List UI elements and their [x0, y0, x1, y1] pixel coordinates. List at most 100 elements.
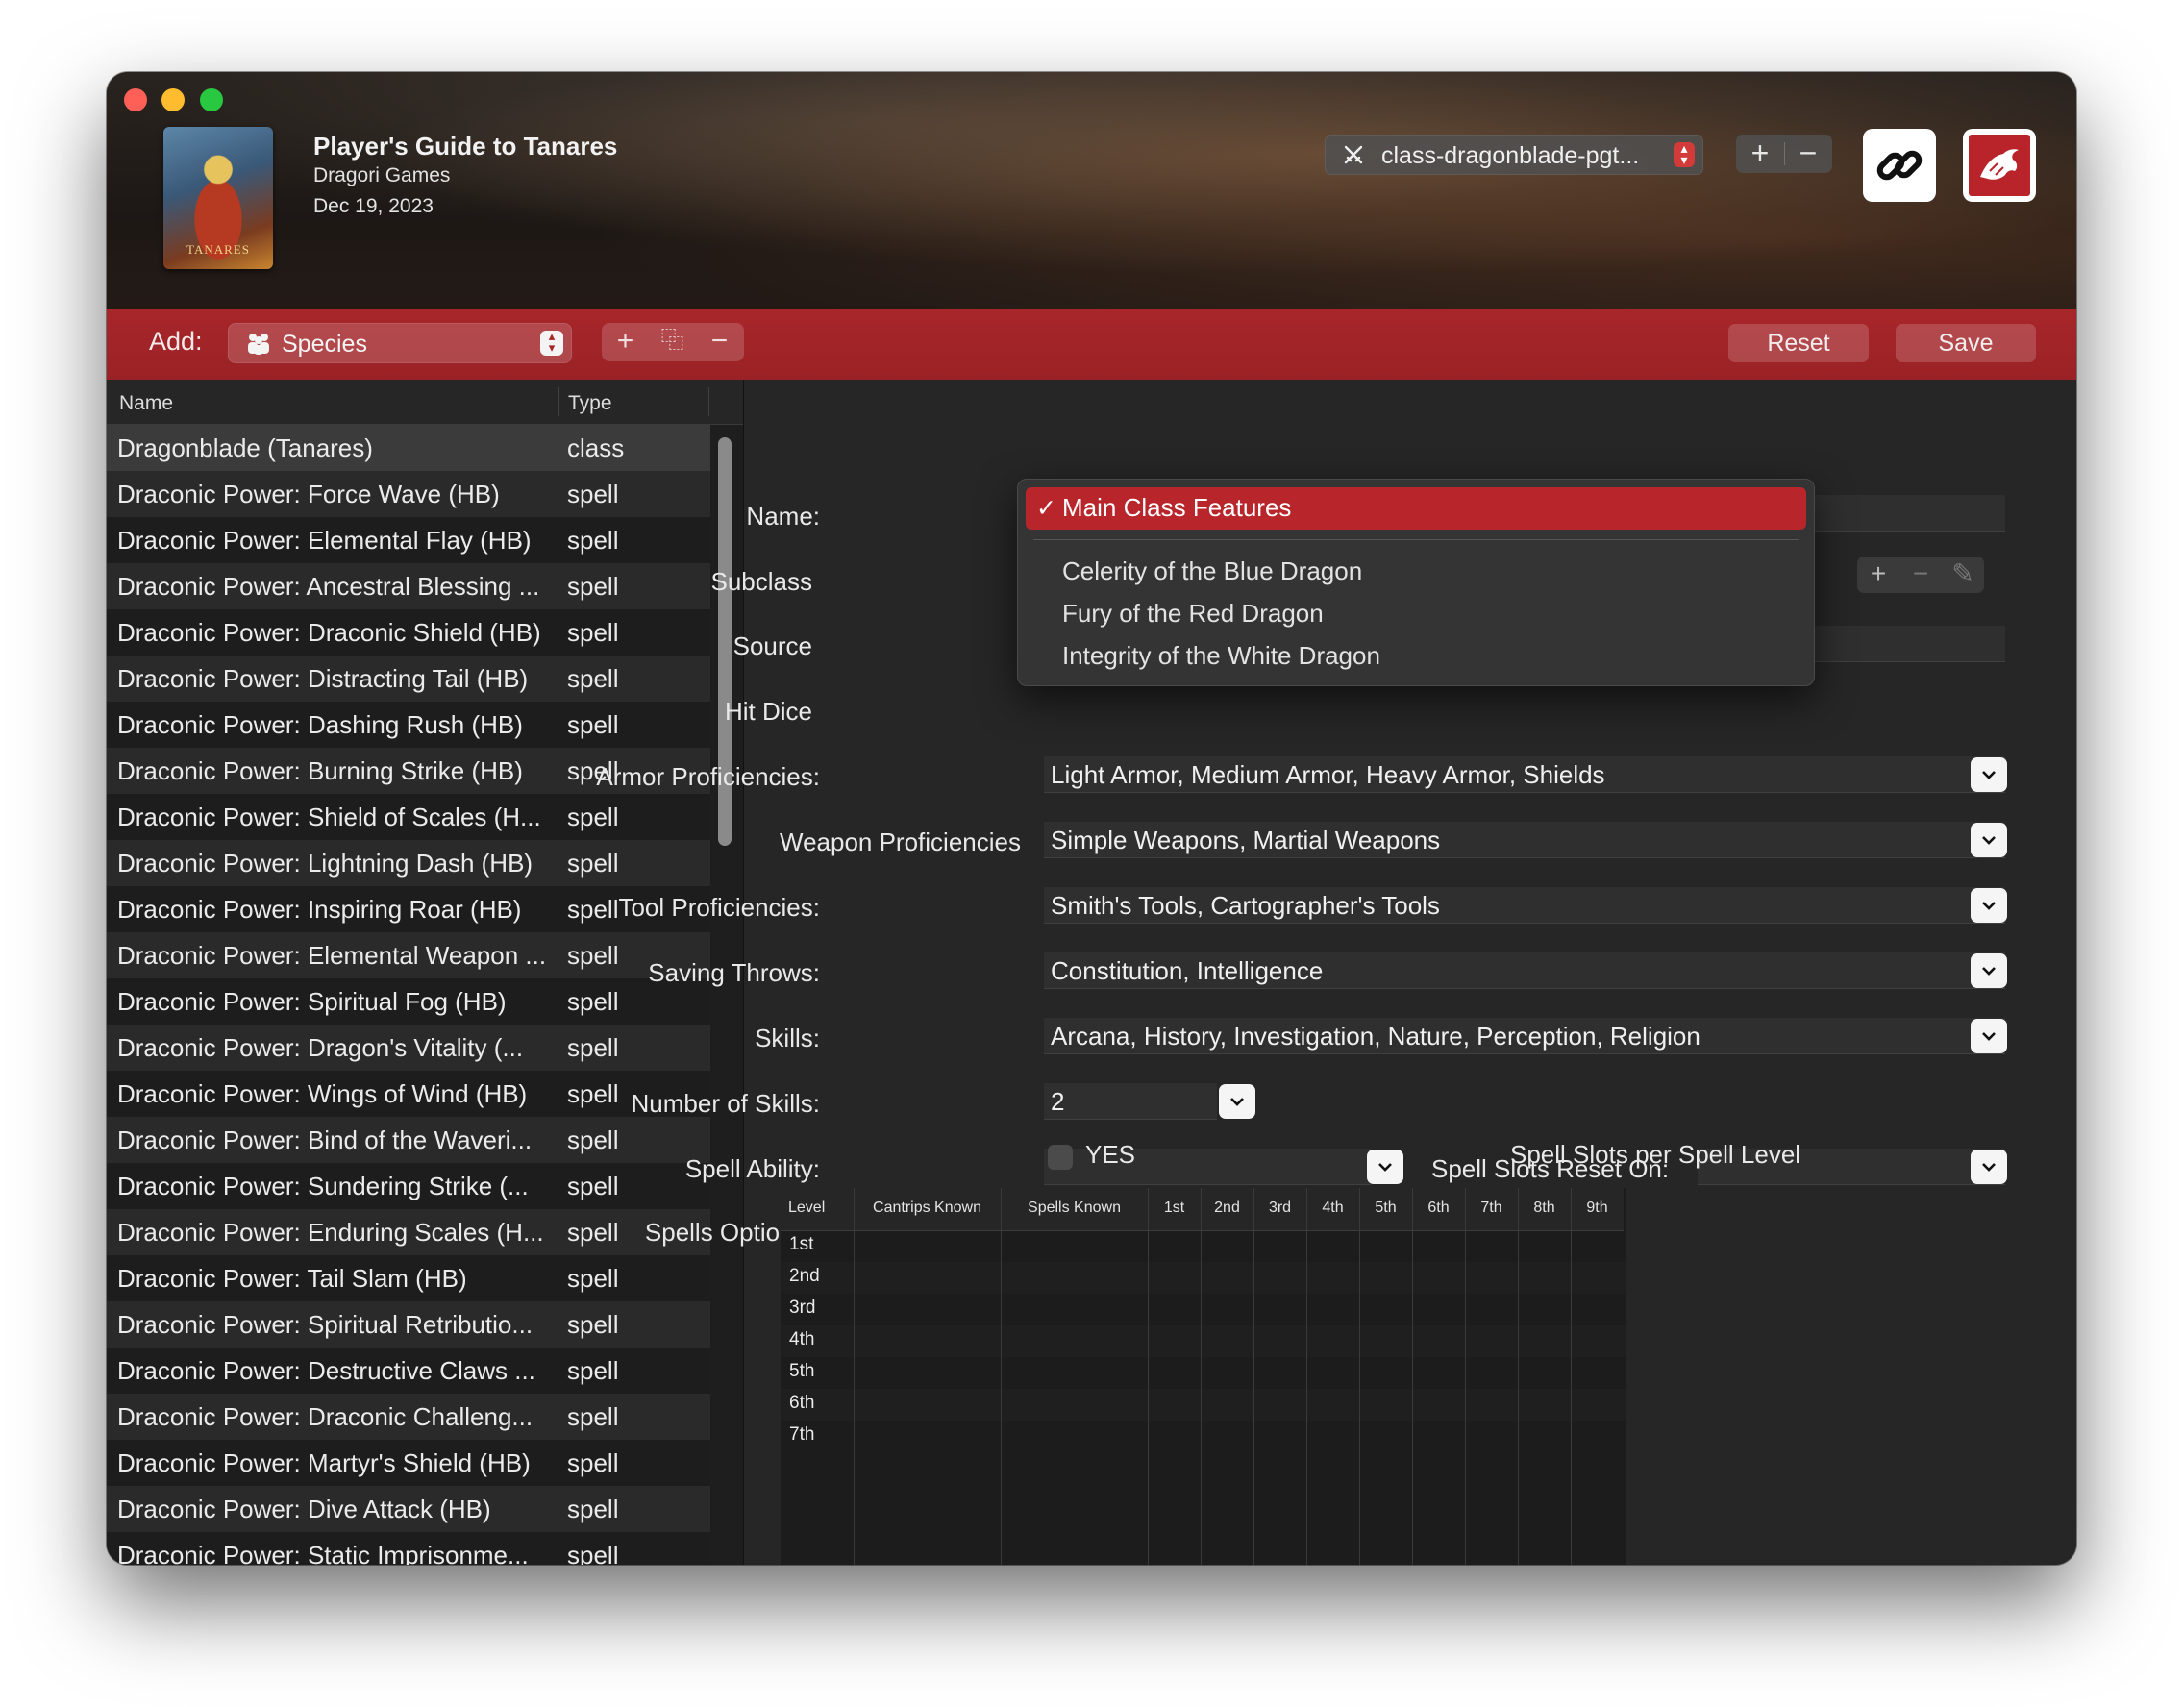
entries-rows: Dragonblade (Tanares) class Draconic Power…: [107, 425, 710, 1565]
list-header: Name Type: [107, 380, 743, 425]
row-type: spell: [567, 1033, 619, 1062]
spell-grid-column-divider: [1465, 1188, 1466, 1565]
chevron-down-icon: [1982, 902, 1996, 910]
row-name: Draconic Power: Spiritual Retributio...: [117, 1310, 534, 1339]
list-row[interactable]: Draconic Power: Spiritual Retributio... s…: [107, 1301, 710, 1348]
armor-proficiencies-field[interactable]: Light Armor, Medium Armor, Heavy Armor, …: [1044, 756, 2005, 793]
tool-dropdown-button[interactable]: [1971, 888, 2007, 923]
spell-grid-row[interactable]: 2nd: [781, 1262, 1626, 1294]
list-row[interactable]: Draconic Power: Elemental Flay (HB) spell: [107, 517, 710, 563]
spell-grid-column-divider: [1571, 1188, 1572, 1565]
spell-grid-column-header[interactable]: 4th: [1306, 1200, 1359, 1217]
list-row[interactable]: Draconic Power: Wings of Wind (HB) spell: [107, 1071, 710, 1117]
spell-grid-column-header[interactable]: 1st: [1148, 1200, 1201, 1217]
list-row[interactable]: Draconic Power: Distracting Tail (HB) spe…: [107, 656, 710, 702]
row-name: Draconic Power: Enduring Scales (H...: [117, 1218, 544, 1247]
list-row[interactable]: Draconic Power: Sundering Strike (... spe…: [107, 1163, 710, 1209]
menu-item-fury[interactable]: Fury of the Red Dragon: [1062, 599, 1324, 629]
row-type: spell: [567, 1218, 619, 1247]
add-entry-button[interactable]: +: [1736, 135, 1784, 173]
spell-grid-column-header[interactable]: 5th: [1359, 1200, 1412, 1217]
list-row[interactable]: Draconic Power: Shield of Scales (H... sp…: [107, 794, 710, 840]
list-row[interactable]: Draconic Power: Dashing Rush (HB) spell: [107, 702, 710, 748]
list-row[interactable]: Draconic Power: Draconic Shield (HB) spel…: [107, 609, 710, 656]
menu-item-selected-label: Main Class Features: [1062, 493, 1292, 522]
entry-identifier-popup[interactable]: class-dragonblade-pgt... ▴ ▾: [1325, 135, 1703, 175]
list-row[interactable]: Draconic Power: Draconic Challeng... spel…: [107, 1394, 710, 1440]
row-name: Draconic Power: Dashing Rush (HB): [117, 710, 523, 739]
name-column-header[interactable]: Name: [119, 392, 173, 415]
spell-grid-row[interactable]: 1st: [781, 1230, 1626, 1262]
list-row[interactable]: Draconic Power: Bind of the Waveri... spe…: [107, 1117, 710, 1163]
spell-grid-column-header[interactable]: 8th: [1518, 1200, 1571, 1217]
spell-ability-dropdown-button[interactable]: [1367, 1150, 1403, 1184]
list-row[interactable]: Draconic Power: Dive Attack (HB) spell: [107, 1486, 710, 1532]
list-row[interactable]: Draconic Power: Martyr's Shield (HB) spel…: [107, 1440, 710, 1486]
entry-type-popup[interactable]: Species ▴ ▾: [228, 323, 572, 363]
tool-proficiencies-field[interactable]: Smith's Tools, Cartographer's Tools: [1044, 887, 2005, 924]
list-row[interactable]: Draconic Power: Spiritual Fog (HB) spell: [107, 978, 710, 1025]
weapon-proficiencies-field[interactable]: Simple Weapons, Martial Weapons: [1044, 822, 2005, 858]
add-item-button[interactable]: +: [602, 323, 649, 361]
edit-subclass-button[interactable]: ✎: [1942, 557, 1984, 593]
close-window-button[interactable]: [124, 88, 147, 111]
zoom-window-button[interactable]: [200, 88, 223, 111]
list-row[interactable]: Draconic Power: Enduring Scales (H... spe…: [107, 1209, 710, 1255]
app-window: TANARES Player's Guide to Tanares Dragor…: [107, 72, 2076, 1565]
spells-optional-checkbox[interactable]: [1048, 1145, 1073, 1170]
remove-item-button[interactable]: −: [696, 323, 743, 361]
spell-grid-row[interactable]: 5th: [781, 1357, 1626, 1389]
list-row[interactable]: Draconic Power: Tail Slam (HB) spell: [107, 1255, 710, 1301]
weapon-dropdown-button[interactable]: [1971, 823, 2007, 857]
list-row[interactable]: Draconic Power: Ancestral Blessing ... sp…: [107, 563, 710, 609]
popup-stepper-icon: ▴ ▾: [1674, 141, 1695, 167]
number-of-skills-field[interactable]: 2: [1044, 1083, 1217, 1120]
row-type: spell: [567, 664, 619, 693]
spell-slots-reset-dropdown-button[interactable]: [1971, 1150, 2007, 1184]
spell-grid-column-header[interactable]: 2nd: [1201, 1200, 1253, 1217]
list-row[interactable]: Draconic Power: Lightning Dash (HB) spell: [107, 840, 710, 886]
armor-dropdown-button[interactable]: [1971, 757, 2007, 792]
list-row[interactable]: Dragonblade (Tanares) class: [107, 425, 710, 471]
publisher-logo-button[interactable]: [1963, 129, 2036, 202]
spell-grid-column-divider: [1412, 1188, 1413, 1565]
book-publisher: Dragori Games: [313, 164, 451, 186]
spell-grid-row[interactable]: 3rd: [781, 1294, 1626, 1325]
row-name: Draconic Power: Draconic Challeng...: [117, 1402, 534, 1431]
list-row[interactable]: Draconic Power: Elemental Weapon ... spel…: [107, 932, 710, 978]
spell-grid-column-header[interactable]: 9th: [1571, 1200, 1624, 1217]
minimize-window-button[interactable]: [161, 88, 185, 111]
skills-field[interactable]: Arcana, History, Investigation, Nature, …: [1044, 1018, 2005, 1054]
duplicate-item-button[interactable]: ⿻: [649, 323, 696, 361]
source-label: Source: [732, 631, 812, 660]
list-row[interactable]: Draconic Power: Destructive Claws ... spe…: [107, 1348, 710, 1394]
skills-dropdown-button[interactable]: [1971, 1019, 2007, 1053]
saving-throws-dropdown-button[interactable]: [1971, 953, 2007, 988]
menu-item-celerity[interactable]: Celerity of the Blue Dragon: [1062, 557, 1362, 586]
saving-throws-field[interactable]: Constitution, Intelligence: [1044, 952, 2005, 989]
save-button[interactable]: Save: [1896, 324, 2036, 362]
add-subclass-button[interactable]: +: [1857, 557, 1899, 593]
spell-grid-column-header[interactable]: 3rd: [1253, 1200, 1306, 1217]
list-row[interactable]: Draconic Power: Force Wave (HB) spell: [107, 471, 710, 517]
spell-grid-row[interactable]: 6th: [781, 1389, 1626, 1421]
type-column-header[interactable]: Type: [568, 392, 612, 415]
spell-grid-column-header[interactable]: 7th: [1465, 1200, 1518, 1217]
spell-grid-column-header[interactable]: Spells Known: [1001, 1200, 1148, 1217]
list-row[interactable]: Draconic Power: Static Imprisonme... spel…: [107, 1532, 710, 1565]
remove-subclass-button[interactable]: −: [1899, 557, 1942, 593]
reset-button[interactable]: Reset: [1728, 324, 1869, 362]
spell-grid-row[interactable]: 4th: [781, 1325, 1626, 1357]
subclass-label: Subclass: [710, 567, 813, 596]
spell-grid-column-header[interactable]: Cantrips Known: [854, 1200, 1001, 1217]
link-button[interactable]: [1863, 129, 1936, 202]
spell-grid-column-divider: [1148, 1188, 1149, 1565]
menu-item-integrity[interactable]: Integrity of the White Dragon: [1062, 641, 1380, 671]
spell-grid-column-header[interactable]: 6th: [1412, 1200, 1465, 1217]
spell-grid-row[interactable]: 7th: [781, 1421, 1626, 1452]
list-row[interactable]: Draconic Power: Dragon's Vitality (... sp…: [107, 1025, 710, 1071]
row-type: spell: [567, 1172, 619, 1200]
number-of-skills-dropdown-button[interactable]: [1219, 1084, 1255, 1119]
spell-grid-column-header[interactable]: Level: [788, 1200, 861, 1217]
remove-entry-button[interactable]: −: [1784, 135, 1832, 173]
